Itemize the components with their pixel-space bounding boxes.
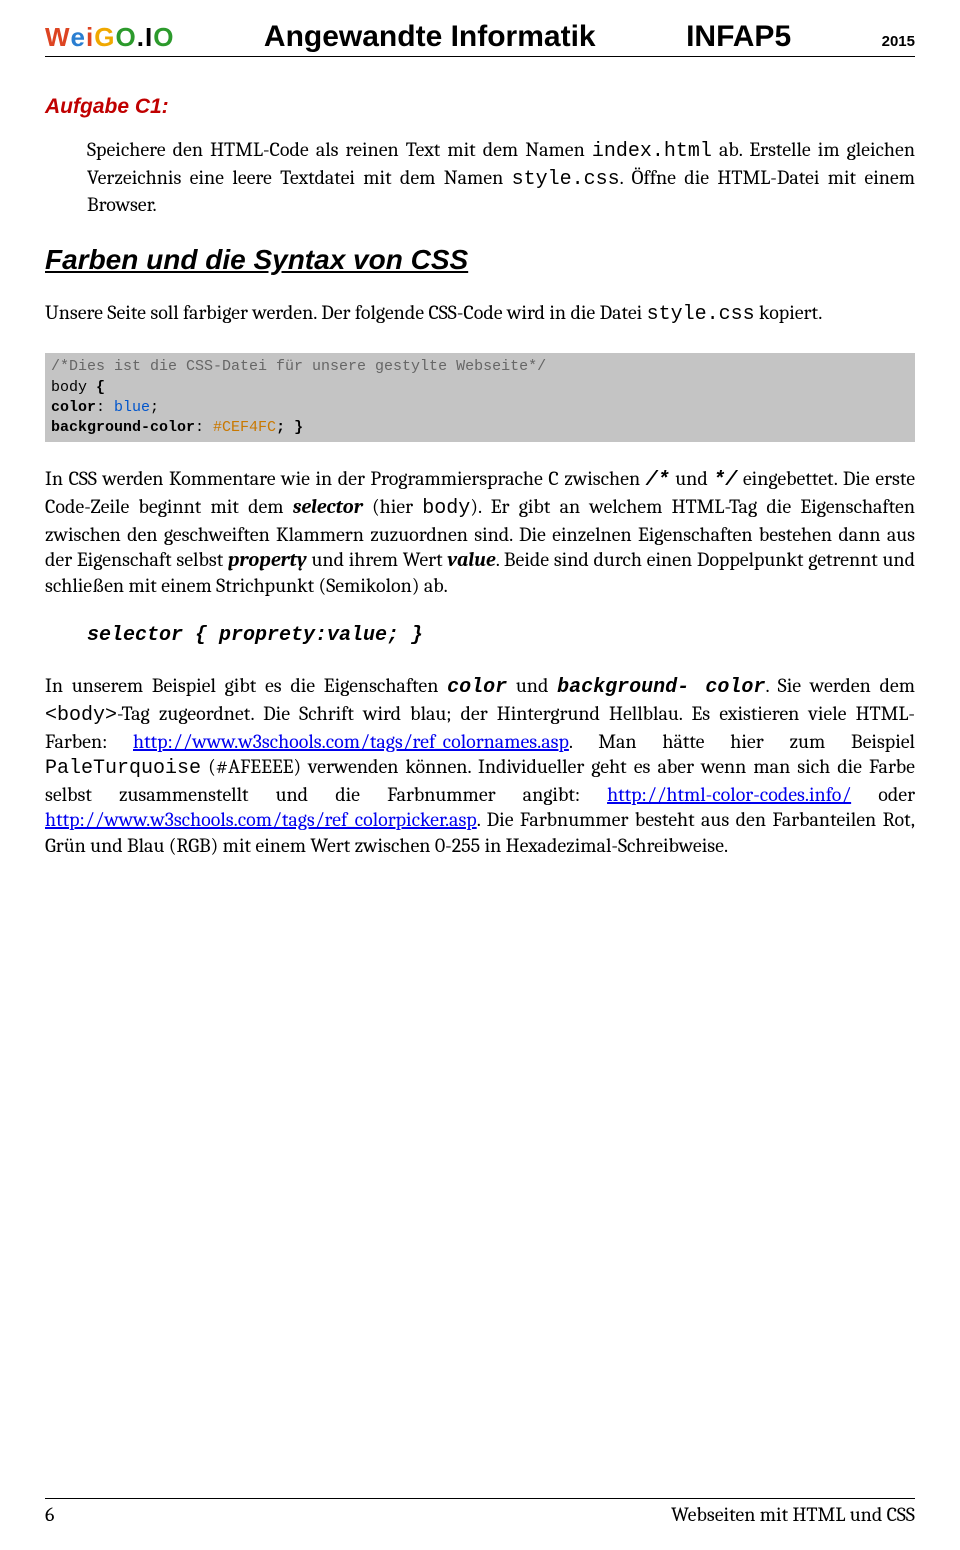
task-paragraph: Speichere den HTML-Code als reinen Text … bbox=[87, 137, 915, 218]
text: und ihrem Wert bbox=[307, 548, 448, 571]
logo-letter: G bbox=[94, 22, 114, 53]
code-value: blue bbox=[114, 399, 150, 416]
task-heading: Aufgabe C1: bbox=[45, 95, 915, 119]
text: . Man hätte hier zum Beispiel bbox=[569, 730, 915, 753]
header-title-2: INFAP5 bbox=[686, 20, 791, 54]
code-line: color: blue; bbox=[51, 398, 909, 418]
code-line: body { bbox=[51, 378, 909, 398]
code-property: color bbox=[51, 399, 96, 416]
explanation-paragraph-1: In CSS werden Kommentare wie in der Prog… bbox=[45, 466, 915, 598]
code-property: background-color bbox=[51, 419, 195, 436]
term-value: value bbox=[447, 548, 495, 571]
logo-letter: O bbox=[153, 22, 173, 53]
logo-letter: i bbox=[86, 22, 93, 53]
page-footer: 6 Webseiten mit HTML und CSS bbox=[45, 1498, 915, 1526]
code-value: #CEF4FC bbox=[213, 419, 276, 436]
code-comment: /*Dies ist die CSS-Datei für unsere gest… bbox=[51, 357, 909, 377]
term-selector: selector bbox=[293, 495, 363, 518]
text: und bbox=[670, 467, 714, 490]
section-heading: Farben und die Syntax von CSS bbox=[45, 244, 915, 276]
text: kopiert. bbox=[755, 301, 823, 324]
code-block: /*Dies ist die CSS-Datei für unsere gest… bbox=[45, 353, 915, 442]
code-brace: { bbox=[87, 379, 105, 396]
code-inline: style.css bbox=[512, 168, 620, 191]
code-line: background-color: #CEF4FC; } bbox=[51, 418, 909, 438]
link-colornames[interactable]: http://www.w3schools.com/tags/ref_colorn… bbox=[133, 730, 569, 753]
page-header: W e i G O . I O Angewandte Informatik IN… bbox=[45, 20, 915, 57]
logo-letter: W bbox=[45, 22, 70, 53]
code-colon: : bbox=[195, 419, 213, 436]
link-colorpicker[interactable]: http://www.w3schools.com/tags/ref_colorp… bbox=[45, 808, 477, 831]
text: Unsere Seite soll farbiger werden. Der f… bbox=[45, 301, 647, 324]
code-inline: background- color bbox=[557, 676, 765, 699]
text: In CSS werden Kommentare wie in der Prog… bbox=[45, 467, 646, 490]
text: oder bbox=[851, 783, 915, 806]
section-intro: Unsere Seite soll farbiger werden. Der f… bbox=[45, 300, 915, 328]
code-inline: /* bbox=[646, 469, 670, 492]
code-brace: ; } bbox=[276, 419, 303, 436]
site-logo: W e i G O . I O bbox=[45, 22, 173, 53]
code-inline: <body> bbox=[45, 704, 117, 727]
logo-letter: O bbox=[115, 22, 135, 53]
text: . Sie werden dem bbox=[765, 674, 915, 697]
link-colorcodes[interactable]: http://html-color-codes.info/ bbox=[607, 783, 851, 806]
logo-letter: . bbox=[137, 22, 144, 53]
code-inline: index.html bbox=[592, 140, 712, 163]
text: Speichere den HTML-Code als reinen Text … bbox=[87, 138, 592, 161]
code-inline: style.css bbox=[647, 303, 755, 326]
footer-title: Webseiten mit HTML und CSS bbox=[671, 1503, 915, 1526]
text: und bbox=[507, 674, 557, 697]
code-inline: */ bbox=[713, 469, 737, 492]
code-colon: : bbox=[96, 399, 114, 416]
text: (hier bbox=[363, 495, 423, 518]
code-selector: body bbox=[51, 379, 87, 396]
explanation-paragraph-2: In unserem Beispiel gibt es die Eigensch… bbox=[45, 673, 915, 858]
code-semicolon: ; bbox=[150, 399, 159, 416]
text: In unserem Beispiel gibt es die Eigensch… bbox=[45, 674, 447, 697]
logo-letter: I bbox=[145, 22, 152, 53]
page-number: 6 bbox=[45, 1503, 54, 1526]
code-inline: PaleTurquoise bbox=[45, 757, 201, 780]
header-title-1: Angewandte Informatik bbox=[264, 20, 596, 54]
syntax-template: selector { proprety:value; } bbox=[87, 624, 915, 647]
header-year: 2015 bbox=[882, 33, 915, 50]
code-inline: body bbox=[422, 497, 470, 520]
logo-letter: e bbox=[71, 22, 85, 53]
term-property: property bbox=[228, 548, 307, 571]
code-inline: color bbox=[447, 676, 507, 699]
page-content: Aufgabe C1: Speichere den HTML-Code als … bbox=[45, 57, 915, 1498]
